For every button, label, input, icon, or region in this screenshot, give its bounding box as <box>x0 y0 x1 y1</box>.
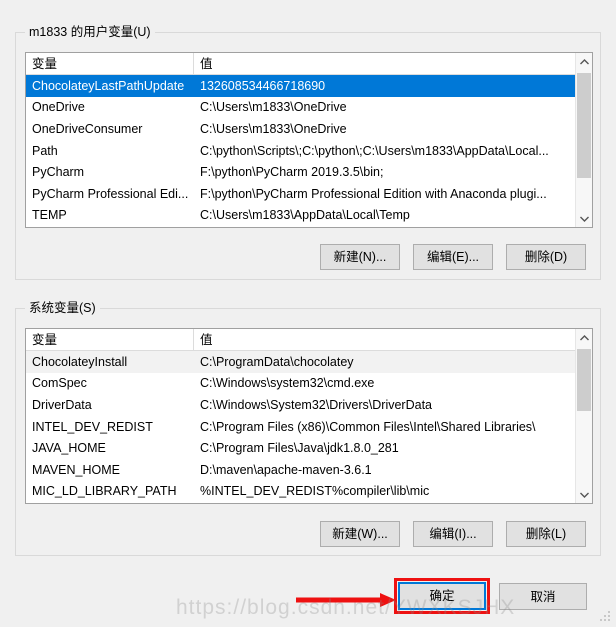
scrollbar-thumb[interactable] <box>577 349 591 411</box>
user-list-body: ChocolateyLastPathUpdate 1326085344667186… <box>26 75 592 227</box>
variable-name-cell: Path <box>32 143 58 158</box>
variable-value-cell: C:\Windows\system32\cmd.exe <box>200 376 375 391</box>
scrollbar-thumb[interactable] <box>577 73 591 178</box>
variable-value-cell: C:\Users\m1833\OneDrive <box>200 100 347 115</box>
variable-name-cell: ComSpec <box>32 376 87 391</box>
variable-value-cell: C:\Users\m1833\AppData\Local\Temp <box>200 208 410 223</box>
table-row[interactable]: TEMP C:\Users\m1833\AppData\Local\Temp <box>26 205 592 227</box>
table-row[interactable]: MIC_LD_LIBRARY_PATH %INTEL_DEV_REDIST%com… <box>26 481 592 503</box>
user-variables-groupbox: m1833 的用户变量(U) 变量 值 ChocolateyLastPathUp… <box>15 25 601 280</box>
table-row[interactable]: OneDrive C:\Users\m1833\OneDrive <box>26 97 592 119</box>
system-list-body: ChocolateyInstall C:\ProgramData\chocolat… <box>26 351 592 503</box>
variable-value-cell: F:\python\PyCharm Professional Edition w… <box>200 186 547 201</box>
variable-name-cell: PyCharm Professional Edi... <box>32 186 189 201</box>
variable-name-cell: OneDriveConsumer <box>32 121 143 136</box>
user-column-header-name[interactable]: 变量 <box>26 53 194 74</box>
variable-name-cell: ChocolateyInstall <box>32 354 128 369</box>
variable-name-cell: MIC_LD_LIBRARY_PATH <box>32 484 177 499</box>
scroll-down-icon[interactable] <box>576 210 592 227</box>
resize-grip-icon[interactable] <box>600 611 612 623</box>
table-row[interactable]: Path C:\python\Scripts\;C:\python\;C:\Use… <box>26 140 592 162</box>
table-row[interactable]: PyCharm Professional Edi... F:\python\PyC… <box>26 183 592 205</box>
red-arrow-annotation <box>296 593 396 607</box>
user-column-header-value[interactable]: 值 <box>194 53 592 74</box>
variable-name-cell: JAVA_HOME <box>32 441 106 456</box>
variable-value-cell: %INTEL_DEV_REDIST%compiler\lib\mic <box>200 484 430 499</box>
table-row[interactable]: JAVA_HOME C:\Program Files\Java\jdk1.8.0_… <box>26 437 592 459</box>
variable-value-cell: 132608534466718690 <box>200 78 326 93</box>
variable-value-cell: C:\Program Files (x86)\Common Files\Inte… <box>200 419 536 434</box>
user-variables-list[interactable]: 变量 值 ChocolateyLastPathUpdate 13260853446… <box>25 52 593 228</box>
system-edit-button[interactable]: 编辑(I)... <box>413 521 493 547</box>
table-row[interactable]: DriverData C:\Windows\System32\Drivers\Dr… <box>26 394 592 416</box>
user-list-scrollbar[interactable] <box>575 53 592 227</box>
system-list-scrollbar[interactable] <box>575 329 592 503</box>
ok-button[interactable]: 确定 <box>398 582 486 610</box>
table-row[interactable]: ComSpec C:\Windows\system32\cmd.exe <box>26 373 592 395</box>
table-row[interactable]: PyCharm F:\python\PyCharm 2019.3.5\bin; <box>26 161 592 183</box>
variable-value-cell: C:\ProgramData\chocolatey <box>200 354 354 369</box>
user-edit-button[interactable]: 编辑(E)... <box>413 244 493 270</box>
system-new-button[interactable]: 新建(W)... <box>320 521 400 547</box>
variable-name-cell: OneDrive <box>32 100 85 115</box>
user-variables-legend: m1833 的用户变量(U) <box>25 25 155 40</box>
user-list-header: 变量 值 <box>26 53 592 75</box>
scroll-up-icon[interactable] <box>576 329 592 346</box>
system-list-header: 变量 值 <box>26 329 592 351</box>
system-column-header-name[interactable]: 变量 <box>26 329 194 350</box>
variable-name-cell: DriverData <box>32 397 92 412</box>
scroll-down-icon[interactable] <box>576 486 592 503</box>
variable-value-cell: C:\Program Files\Java\jdk1.8.0_281 <box>200 441 399 456</box>
system-variables-groupbox: 系统变量(S) 变量 值 ChocolateyInstall C:\Program… <box>15 301 601 556</box>
user-new-button[interactable]: 新建(N)... <box>320 244 400 270</box>
cancel-button[interactable]: 取消 <box>499 583 587 610</box>
scroll-up-icon[interactable] <box>576 53 592 70</box>
variable-value-cell: C:\python\Scripts\;C:\python\;C:\Users\m… <box>200 143 549 158</box>
table-row[interactable]: OneDriveConsumer C:\Users\m1833\OneDrive <box>26 118 592 140</box>
variable-name-cell: INTEL_DEV_REDIST <box>32 419 153 434</box>
variable-name-cell: TEMP <box>32 208 67 223</box>
variable-value-cell: C:\Windows\System32\Drivers\DriverData <box>200 397 432 412</box>
variable-name-cell: MAVEN_HOME <box>32 462 120 477</box>
variable-name-cell: PyCharm <box>32 165 85 180</box>
system-variables-list[interactable]: 变量 值 ChocolateyInstall C:\ProgramData\cho… <box>25 328 593 504</box>
table-row[interactable]: MAVEN_HOME D:\maven\apache-maven-3.6.1 <box>26 459 592 481</box>
table-row[interactable]: ChocolateyLastPathUpdate 1326085344667186… <box>26 75 592 97</box>
system-delete-button[interactable]: 删除(L) <box>506 521 586 547</box>
system-variables-legend: 系统变量(S) <box>25 301 100 316</box>
user-delete-button[interactable]: 删除(D) <box>506 244 586 270</box>
variable-value-cell: C:\Users\m1833\OneDrive <box>200 121 347 136</box>
variable-name-cell: ChocolateyLastPathUpdate <box>32 78 185 93</box>
variable-value-cell: F:\python\PyCharm 2019.3.5\bin; <box>200 165 384 180</box>
variable-value-cell: D:\maven\apache-maven-3.6.1 <box>200 462 372 477</box>
table-row[interactable]: ChocolateyInstall C:\ProgramData\chocolat… <box>26 351 592 373</box>
table-row[interactable]: INTEL_DEV_REDIST C:\Program Files (x86)\C… <box>26 416 592 438</box>
system-column-header-value[interactable]: 值 <box>194 329 592 350</box>
